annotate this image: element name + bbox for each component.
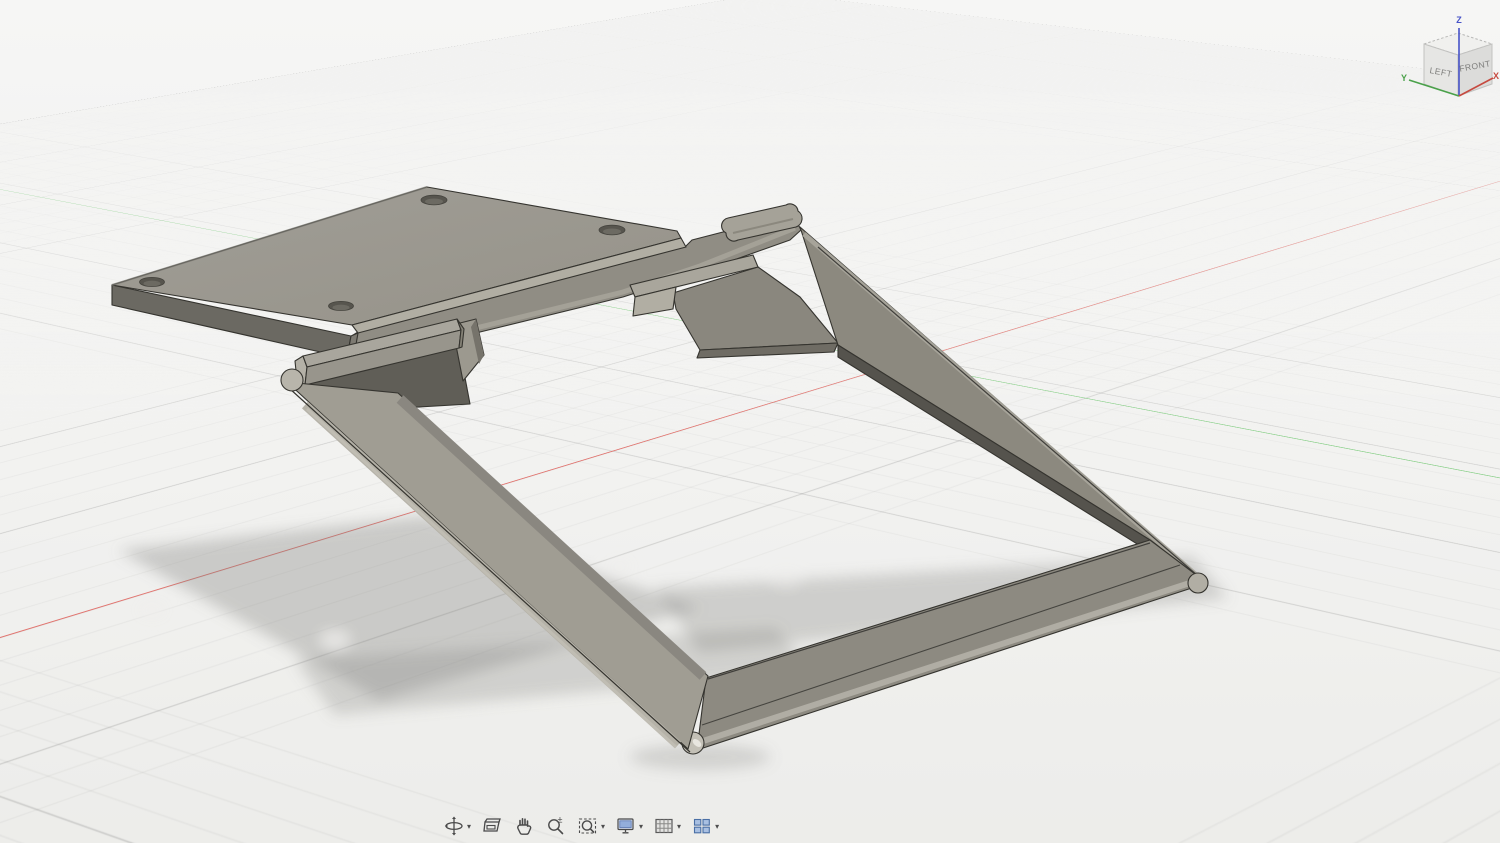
display-settings-icon — [615, 815, 637, 837]
svg-text:±: ± — [558, 815, 563, 825]
viewports-button[interactable]: ▾ — [689, 814, 721, 838]
fit-button[interactable]: ▾ — [575, 814, 607, 838]
viewport-canvas[interactable]: LEFT FRONT Z Y X ▾ — [0, 0, 1500, 843]
navigation-toolbar: ▾ ± — [441, 812, 721, 840]
zoom-button[interactable]: ± — [543, 814, 569, 838]
fit-icon — [577, 815, 599, 837]
grid-and-snaps-icon — [653, 815, 675, 837]
dropdown-caret[interactable]: ▾ — [601, 823, 605, 831]
y-axis-label: Y — [1401, 73, 1407, 83]
orbit-button[interactable]: ▾ — [441, 814, 473, 838]
z-axis-label: Z — [1456, 15, 1462, 25]
pan-button[interactable] — [511, 814, 537, 838]
zoom-icon: ± — [545, 815, 567, 837]
pan-icon — [513, 815, 535, 837]
display-settings-button[interactable]: ▾ — [613, 814, 645, 838]
dropdown-caret[interactable]: ▾ — [677, 823, 681, 831]
dropdown-caret[interactable]: ▾ — [639, 823, 643, 831]
dropdown-caret[interactable]: ▾ — [467, 823, 471, 831]
look-at-icon — [481, 815, 503, 837]
viewports-icon — [691, 815, 713, 837]
orbit-icon — [443, 815, 465, 837]
x-axis-label: X — [1493, 71, 1499, 81]
viewcube[interactable]: LEFT FRONT Z Y X — [0, 0, 1500, 843]
look-at-button[interactable] — [479, 814, 505, 838]
grid-and-snaps-button[interactable]: ▾ — [651, 814, 683, 838]
dropdown-caret[interactable]: ▾ — [715, 823, 719, 831]
